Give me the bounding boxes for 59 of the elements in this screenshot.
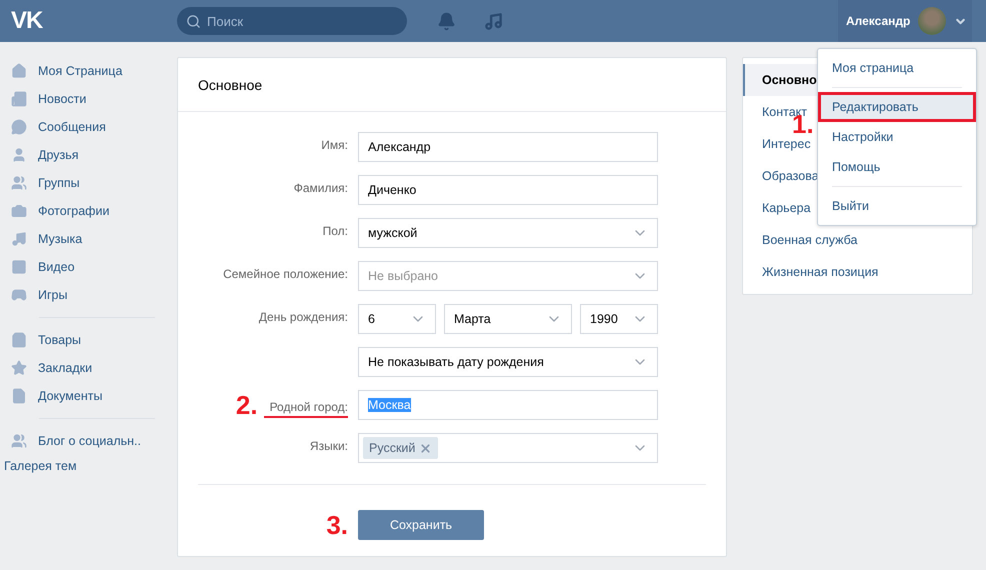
select-field[interactable]: Не показывать дату рождения	[358, 347, 658, 377]
sidebar-item[interactable]: Группы	[11, 169, 177, 197]
sidebar-item[interactable]: Товары	[11, 326, 177, 354]
sidebar-item[interactable]: Фотографии	[11, 197, 177, 225]
menu-item[interactable]: Помощь	[818, 152, 976, 182]
menu-item[interactable]: Редактировать	[818, 92, 976, 122]
user-menu[interactable]: Александр	[838, 0, 972, 42]
sidebar-item[interactable]: Видео	[11, 253, 177, 281]
user-icon	[11, 147, 27, 163]
field-label: Родной город:	[264, 400, 348, 418]
text-field[interactable]: Диченко	[358, 175, 658, 205]
file-icon	[11, 388, 27, 404]
bell-icon[interactable]	[437, 12, 456, 30]
select-field[interactable]: 1990	[580, 304, 658, 334]
remove-icon[interactable]	[419, 442, 432, 454]
logo[interactable]: VK	[0, 7, 177, 35]
field-label: Семейное положение:	[223, 267, 348, 283]
sidebar-item[interactable]: Блог о социальн..	[11, 427, 177, 455]
avatar	[918, 7, 946, 35]
home-icon	[11, 63, 27, 79]
sidebar-item[interactable]: Моя Страница	[11, 57, 177, 85]
music-icon	[11, 231, 27, 247]
field-label: Пол:	[322, 224, 348, 240]
annotation-number: 2.	[236, 392, 258, 418]
field-label: Языки:	[310, 439, 348, 455]
language-tag: Русский	[363, 437, 438, 459]
select-field[interactable]: мужской	[358, 218, 658, 248]
select-field[interactable]: Марта	[444, 304, 572, 334]
field-label: День рождения:	[258, 310, 348, 326]
gallery-link[interactable]: Галерея тем	[4, 455, 177, 473]
menu-item[interactable]: Моя страница	[818, 53, 976, 83]
users-icon	[11, 175, 27, 191]
search-field[interactable]: Поиск	[177, 7, 407, 35]
text-field[interactable]: Александр	[358, 132, 658, 162]
search-icon	[186, 14, 201, 28]
sidebar-item[interactable]: Сообщения	[11, 113, 177, 141]
menu-item[interactable]: Настройки	[818, 122, 976, 152]
sidebar-item[interactable]: Музыка	[11, 225, 177, 253]
sidebar-item[interactable]: Игры	[11, 281, 177, 309]
music-icon[interactable]	[484, 12, 503, 30]
gamepad-icon	[11, 287, 27, 303]
camera-icon	[11, 203, 27, 219]
sidebar-item[interactable]: Документы	[11, 382, 177, 410]
users-icon	[11, 433, 27, 449]
save-button[interactable]: Сохранить	[358, 510, 484, 540]
annotation-number: 3.	[326, 512, 348, 538]
tags-field[interactable]: Русский	[358, 433, 658, 463]
field-label: Имя:	[321, 138, 348, 154]
sidebar-item[interactable]: Закладки	[11, 354, 177, 382]
sidebar-item[interactable]: Новости	[11, 85, 177, 113]
star-icon	[11, 360, 27, 376]
chat-icon	[11, 119, 27, 135]
card-title: Основное	[198, 76, 262, 92]
menu-tab[interactable]: Военная служба	[743, 224, 972, 256]
menu-tab[interactable]: Жизненная позиция	[743, 256, 972, 288]
sidebar-item[interactable]: Друзья	[11, 141, 177, 169]
select-field[interactable]: 6	[358, 304, 436, 334]
field-label: Фамилия:	[294, 181, 348, 197]
menu-item[interactable]: Выйти	[818, 191, 976, 221]
